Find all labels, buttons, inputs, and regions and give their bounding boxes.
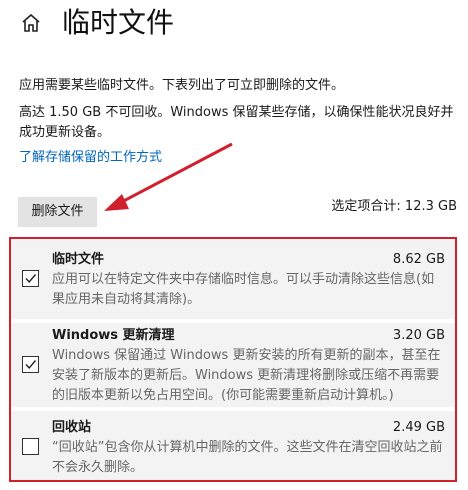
- checkbox-recycle-bin[interactable]: [22, 438, 39, 455]
- item-description: 应用可以在特定文件夹中存储临时信息。可以手动清除这些信息(如果应用未自动将其清除…: [52, 272, 435, 307]
- annotation-arrow-icon: [104, 142, 233, 211]
- description-line-2: 高达 1.50 GB 不可回收。Windows 保留某些存储，以确保性能状况良好…: [19, 105, 454, 140]
- header: 临时文件: [0, 0, 468, 52]
- delete-files-button[interactable]: 删除文件: [18, 197, 97, 227]
- item-title: Windows 更新清理: [52, 328, 175, 343]
- checkbox-temp-files[interactable]: [22, 270, 39, 287]
- home-icon[interactable]: [20, 12, 42, 34]
- selected-total-label: 选定项合计: 12.3 GB: [331, 199, 457, 214]
- item-description: “回收站”包含你从计算机中删除的文件。这些文件在清空回收站之前不会永久删除。: [52, 440, 443, 475]
- cleanup-list: 临时文件 8.62 GB 应用可以在特定文件夹中存储临时信息。可以手动清除这些信…: [9, 237, 457, 482]
- page-title: 临时文件: [62, 6, 175, 39]
- list-item-windows-update-cleanup[interactable]: Windows 更新清理 3.20 GB Windows 保留通过 Window…: [11, 323, 455, 407]
- item-size: 3.20 GB: [392, 328, 445, 343]
- description-line-1: 应用需要某些临时文件。下表列出了可立即删除的文件。: [19, 78, 345, 93]
- list-item-temp-files[interactable]: 临时文件 8.62 GB 应用可以在特定文件夹中存储临时信息。可以手动清除这些信…: [11, 239, 455, 319]
- list-item-recycle-bin[interactable]: 回收站 2.49 GB “回收站”包含你从计算机中删除的文件。这些文件在清空回收…: [11, 411, 455, 480]
- item-title: 回收站: [52, 420, 92, 435]
- item-size: 2.49 GB: [392, 420, 445, 435]
- item-title: 临时文件: [52, 252, 105, 267]
- item-size: 8.62 GB: [392, 252, 445, 267]
- checkbox-windows-update-cleanup[interactable]: [22, 356, 39, 373]
- item-description: Windows 保留通过 Windows 更新安装的所有更新的副本，甚至在安装了…: [52, 348, 441, 403]
